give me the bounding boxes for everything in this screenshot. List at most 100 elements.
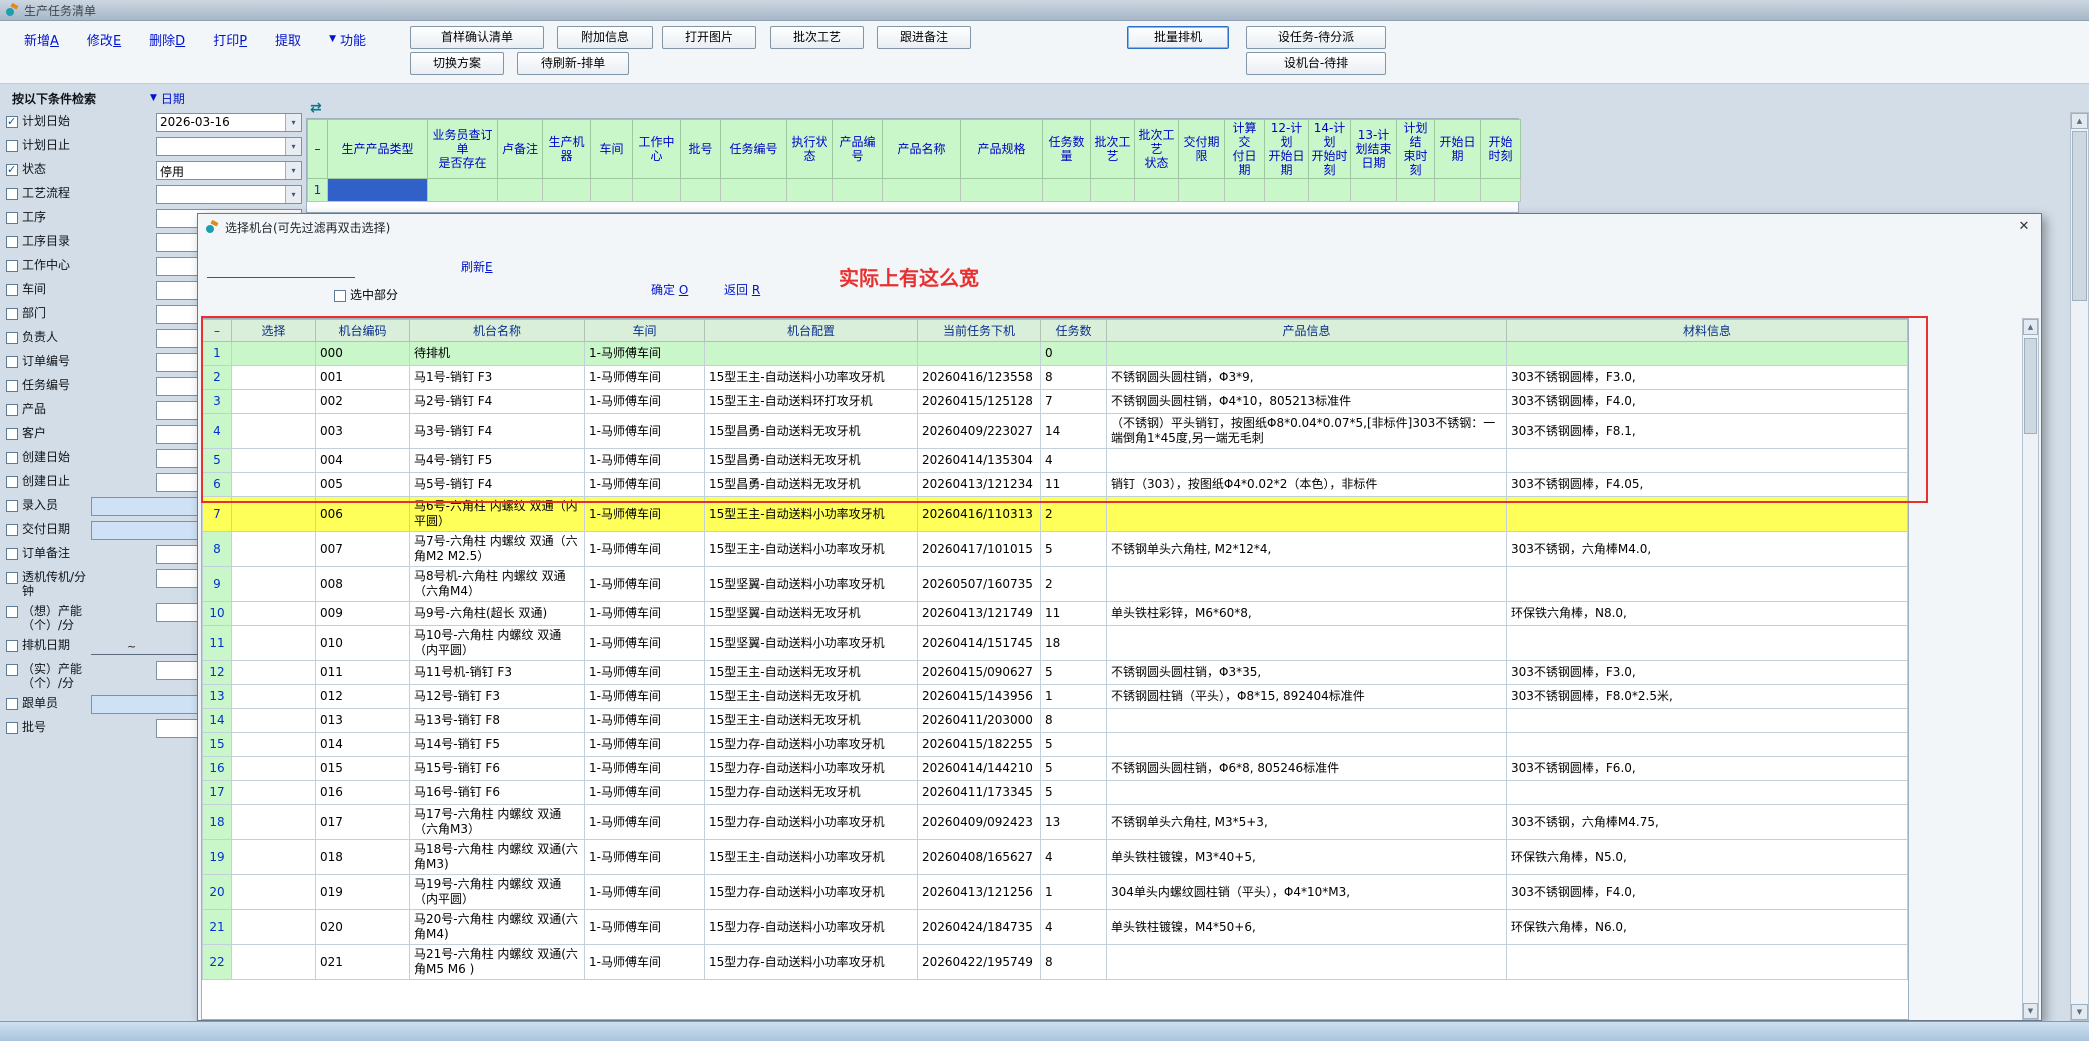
cell-workshop[interactable]: 1-马师傅车间 bbox=[585, 685, 705, 709]
switch-plan-button[interactable]: 切换方案 bbox=[410, 52, 504, 75]
select-cell[interactable] bbox=[232, 661, 316, 685]
cell-workshop[interactable]: 1-马师傅车间 bbox=[585, 757, 705, 781]
select-cell[interactable] bbox=[232, 414, 316, 449]
row-number-cell[interactable]: 12 bbox=[203, 661, 232, 685]
filter-checkbox[interactable] bbox=[6, 476, 18, 488]
machine-column-header[interactable]: 产品信息 bbox=[1107, 320, 1507, 342]
cell-product-info[interactable]: 销钉（303），按图纸Φ4*0.02*2（本色），非标件 bbox=[1107, 473, 1507, 497]
main-column-header[interactable]: 生产机器 bbox=[543, 120, 591, 179]
main-column-header[interactable]: 计划结 束时刻 bbox=[1397, 120, 1435, 179]
menu-item-add[interactable]: 新增A bbox=[24, 30, 59, 49]
cell-name[interactable]: 马1号-销钉 F3 bbox=[410, 366, 585, 390]
cell-config[interactable]: 15型力存-自动送料小功率攻牙机 bbox=[705, 757, 918, 781]
cell-task-count[interactable]: 4 bbox=[1041, 449, 1107, 473]
filter-checkbox[interactable] bbox=[6, 572, 18, 584]
filter-checkbox[interactable] bbox=[6, 664, 18, 676]
cell-code[interactable]: 013 bbox=[316, 709, 410, 733]
cell-config[interactable]: 15型王主-自动送料小功率攻牙机 bbox=[705, 532, 918, 567]
cell[interactable] bbox=[833, 179, 883, 202]
cell-name[interactable]: 马12号-销钉 F3 bbox=[410, 685, 585, 709]
cell-product-info[interactable] bbox=[1107, 945, 1507, 980]
select-cell[interactable] bbox=[232, 567, 316, 602]
cell-product-info[interactable]: 单头铁柱镀镍，M4*50+6, bbox=[1107, 910, 1507, 945]
filter-checkbox[interactable] bbox=[6, 140, 18, 152]
open-image-button[interactable]: 打开图片 bbox=[662, 26, 756, 49]
cell-config[interactable]: 15型力存-自动送料小功率攻牙机 bbox=[705, 805, 918, 840]
cell-product-info[interactable] bbox=[1107, 449, 1507, 473]
filter-checkbox[interactable] bbox=[6, 524, 18, 536]
cell-product-info[interactable] bbox=[1107, 781, 1507, 805]
cell-material-info[interactable] bbox=[1507, 497, 1908, 532]
cell-task-count[interactable]: 0 bbox=[1041, 342, 1107, 366]
cell-code[interactable]: 002 bbox=[316, 390, 410, 414]
cell-config[interactable]: 15型坚翼-自动送料无攻牙机 bbox=[705, 602, 918, 626]
cell-code[interactable]: 020 bbox=[316, 910, 410, 945]
cell-task-count[interactable]: 11 bbox=[1041, 473, 1107, 497]
cell-last-task[interactable]: 20260416/110313 bbox=[918, 497, 1041, 532]
filter-checkbox[interactable] bbox=[6, 452, 18, 464]
cell-material-info[interactable]: 303不锈钢圆棒，F4.0, bbox=[1507, 875, 1908, 910]
cell-material-info[interactable] bbox=[1507, 709, 1908, 733]
machine-row[interactable]: 3002马2号-销钉 F41-马师傅车间15型王主-自动送料环打攻牙机20260… bbox=[203, 390, 1908, 414]
cell-product-info[interactable]: 不锈钢单头六角柱, M2*12*4, bbox=[1107, 532, 1507, 567]
cell-config[interactable]: 15型王主-自动送料小功率攻牙机 bbox=[705, 366, 918, 390]
filter-checkbox[interactable] bbox=[6, 164, 18, 176]
main-column-header[interactable]: 产品规格 bbox=[961, 120, 1043, 179]
cell-last-task[interactable]: 20260409/092423 bbox=[918, 805, 1041, 840]
cell-last-task[interactable] bbox=[918, 342, 1041, 366]
cell-workshop[interactable]: 1-马师傅车间 bbox=[585, 840, 705, 875]
cell-material-info[interactable]: 环保铁六角棒，N6.0, bbox=[1507, 910, 1908, 945]
main-column-header[interactable]: 卢备注 bbox=[498, 120, 543, 179]
cell-product-info[interactable]: 单头铁柱彩锌，M6*60*8, bbox=[1107, 602, 1507, 626]
machine-row[interactable]: 19018马18号-六角柱 内螺纹 双通(六角M3)1-马师傅车间15型王主-自… bbox=[203, 840, 1908, 875]
cell-config[interactable]: 15型王主-自动送料无攻牙机 bbox=[705, 685, 918, 709]
select-cell[interactable] bbox=[232, 473, 316, 497]
cell-last-task[interactable]: 20260416/123558 bbox=[918, 366, 1041, 390]
cell[interactable] bbox=[1225, 179, 1265, 202]
filter-checkbox[interactable] bbox=[6, 404, 18, 416]
cell-workshop[interactable]: 1-马师傅车间 bbox=[585, 945, 705, 980]
cell-config[interactable]: 15型坚翼-自动送料小功率攻牙机 bbox=[705, 626, 918, 661]
cell-code[interactable]: 015 bbox=[316, 757, 410, 781]
cell[interactable] bbox=[787, 179, 833, 202]
set-machine-pending-button[interactable]: 设机台-待排 bbox=[1246, 52, 1386, 75]
cell-workshop[interactable]: 1-马师傅车间 bbox=[585, 910, 705, 945]
cell-config[interactable]: 15型力存-自动送料无攻牙机 bbox=[705, 781, 918, 805]
cell-name[interactable]: 马3号-销钉 F4 bbox=[410, 414, 585, 449]
cell-last-task[interactable]: 20260415/143956 bbox=[918, 685, 1041, 709]
cell-task-count[interactable]: 5 bbox=[1041, 757, 1107, 781]
cell-config[interactable]: 15型王主-自动送料小功率攻牙机 bbox=[705, 840, 918, 875]
cell-task-count[interactable]: 8 bbox=[1041, 945, 1107, 980]
row-number-cell[interactable]: 8 bbox=[203, 532, 232, 567]
dropdown-arrow-icon[interactable]: ▾ bbox=[285, 186, 301, 203]
cell-product-info[interactable] bbox=[1107, 709, 1507, 733]
scrollbar-thumb[interactable] bbox=[2024, 338, 2037, 434]
cell-task-count[interactable]: 5 bbox=[1041, 661, 1107, 685]
select-cell[interactable] bbox=[232, 602, 316, 626]
cell-last-task[interactable]: 20260414/144210 bbox=[918, 757, 1041, 781]
machine-row[interactable]: 7006马6号-六角柱 内螺纹 双通（内平圆）1-马师傅车间15型王主-自动送料… bbox=[203, 497, 1908, 532]
select-cell[interactable] bbox=[232, 449, 316, 473]
main-column-header[interactable]: 执行状态 bbox=[787, 120, 833, 179]
follow-note-button[interactable]: 跟进备注 bbox=[877, 26, 971, 49]
cell-last-task[interactable]: 20260414/151745 bbox=[918, 626, 1041, 661]
main-column-header[interactable]: 业务员查订单 是否存在 bbox=[428, 120, 498, 179]
cell-code[interactable]: 009 bbox=[316, 602, 410, 626]
cell-workshop[interactable]: 1-马师傅车间 bbox=[585, 733, 705, 757]
cell-config[interactable] bbox=[705, 342, 918, 366]
cell-product-info[interactable] bbox=[1107, 733, 1507, 757]
filter-checkbox[interactable] bbox=[6, 548, 18, 560]
main-column-header[interactable]: 开始 时刻 bbox=[1481, 120, 1521, 179]
cell-config[interactable]: 15型王主-自动送料小功率攻牙机 bbox=[705, 497, 918, 532]
cell-last-task[interactable]: 20260411/173345 bbox=[918, 781, 1041, 805]
row-number-cell[interactable]: 9 bbox=[203, 567, 232, 602]
filter-checkbox[interactable] bbox=[6, 500, 18, 512]
cell-material-info[interactable] bbox=[1507, 342, 1908, 366]
cell-task-count[interactable]: 13 bbox=[1041, 805, 1107, 840]
cell-name[interactable]: 马14号-销钉 F5 bbox=[410, 733, 585, 757]
cell-config[interactable]: 15型力存-自动送料小功率攻牙机 bbox=[705, 733, 918, 757]
cell-code[interactable]: 005 bbox=[316, 473, 410, 497]
select-cell[interactable] bbox=[232, 626, 316, 661]
machine-column-header[interactable]: 机台配置 bbox=[705, 320, 918, 342]
cell-material-info[interactable]: 303不锈钢圆棒，F8.0*2.5米, bbox=[1507, 685, 1908, 709]
